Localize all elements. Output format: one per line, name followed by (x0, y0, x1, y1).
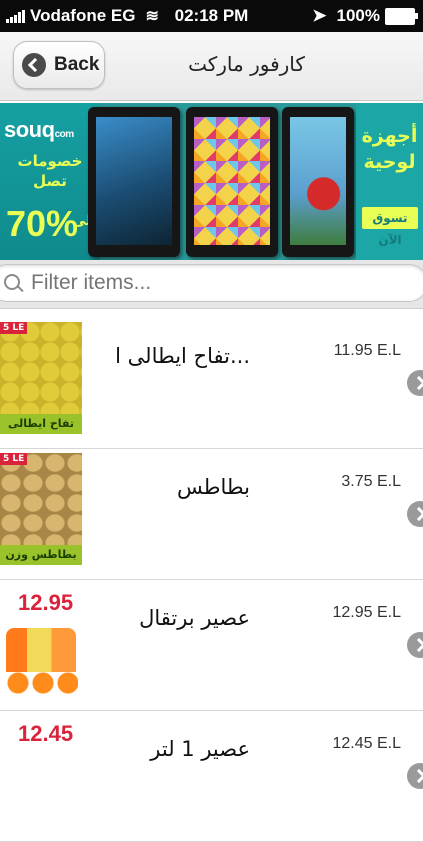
item-name: ...تفاح ايطالى ا (115, 344, 250, 368)
list-item[interactable]: 5 LE تفاح ايطالى اصفر ...تفاح ايطالى ا 1… (0, 318, 423, 449)
disclosure-chevron-icon[interactable] (407, 632, 423, 658)
disclosure-chevron-icon[interactable] (407, 763, 423, 789)
item-thumbnail: 5 LE بطاطس وزن (0, 453, 82, 565)
page-title: كارفور ماركت (188, 52, 305, 76)
thumbnail-price-tag: 5 LE (0, 453, 28, 465)
disclosure-chevron-icon[interactable] (407, 370, 423, 396)
item-name: بطاطس (177, 475, 250, 499)
banner-promo-text: خصومات تصل (17, 152, 83, 190)
thumbnail-price-tag: 5 LE (0, 322, 28, 334)
item-price: 11.95 E.L (333, 342, 401, 359)
tablet-image (186, 107, 278, 257)
battery-percent: 100% (336, 6, 380, 25)
status-right: ➤ 100% (312, 6, 418, 26)
banner-promo-panel: souqcom خصومات تصل 70% الى (0, 103, 100, 260)
back-button[interactable]: Back (13, 41, 105, 89)
thumbnail-label: تفاح ايطالى اصفر (0, 414, 82, 434)
banner-headline-panel: أجهزة لوحية تسوق الآن (356, 103, 423, 260)
battery-icon (385, 7, 418, 25)
filter-bar (0, 260, 423, 309)
status-bar: Vodafone EG ≋ 02:18 PM ➤ 100% (0, 0, 423, 32)
item-price: 12.95 E.L (332, 604, 402, 621)
banner-discount: 70% (6, 203, 79, 244)
item-price: 12.45 E.L (332, 735, 402, 752)
navigation-bar: Back كارفور ماركت (0, 32, 423, 101)
location-arrow-icon: ➤ (312, 6, 327, 25)
list-item[interactable]: 12.95 عصير برتقال 12.95 E.L (0, 580, 423, 711)
item-name: عصير برتقال (139, 606, 250, 630)
list-item[interactable]: 5 LE بطاطس وزن بطاطس 3.75 E.L (0, 449, 423, 580)
list-item[interactable]: 12.45 عصير 1 لتر 12.45 E.L (0, 711, 423, 842)
disclosure-chevron-icon[interactable] (407, 501, 423, 527)
banner-shop-now-button[interactable]: تسوق الآن (362, 207, 418, 247)
back-button-label: Back (54, 54, 100, 75)
oranges-image (4, 672, 78, 694)
thumbnail-label: بطاطس وزن (0, 545, 82, 565)
item-price: 3.75 E.L (341, 473, 401, 490)
ad-banner[interactable]: souqcom خصومات تصل 70% الى أجهزة لوحية ت… (0, 103, 423, 260)
tablet-image (282, 107, 354, 257)
filter-input[interactable] (0, 264, 423, 302)
back-arrow-icon (22, 53, 46, 77)
banner-headline: أجهزة لوحية (361, 125, 418, 173)
juice-bottles-image (6, 628, 76, 672)
thumbnail-price: 12.95 (18, 590, 74, 615)
search-icon (4, 274, 20, 290)
tablet-image (88, 107, 180, 257)
item-thumbnail: 12.95 (0, 584, 82, 696)
item-name: عصير 1 لتر (150, 737, 250, 761)
item-thumbnail: 5 LE تفاح ايطالى اصفر (0, 322, 82, 434)
item-list: 5 LE تفاح ايطالى اصفر ...تفاح ايطالى ا 1… (0, 318, 423, 842)
souq-logo: souqcom (4, 117, 74, 142)
item-thumbnail: 12.45 (0, 715, 82, 827)
thumbnail-price: 12.45 (18, 721, 74, 746)
